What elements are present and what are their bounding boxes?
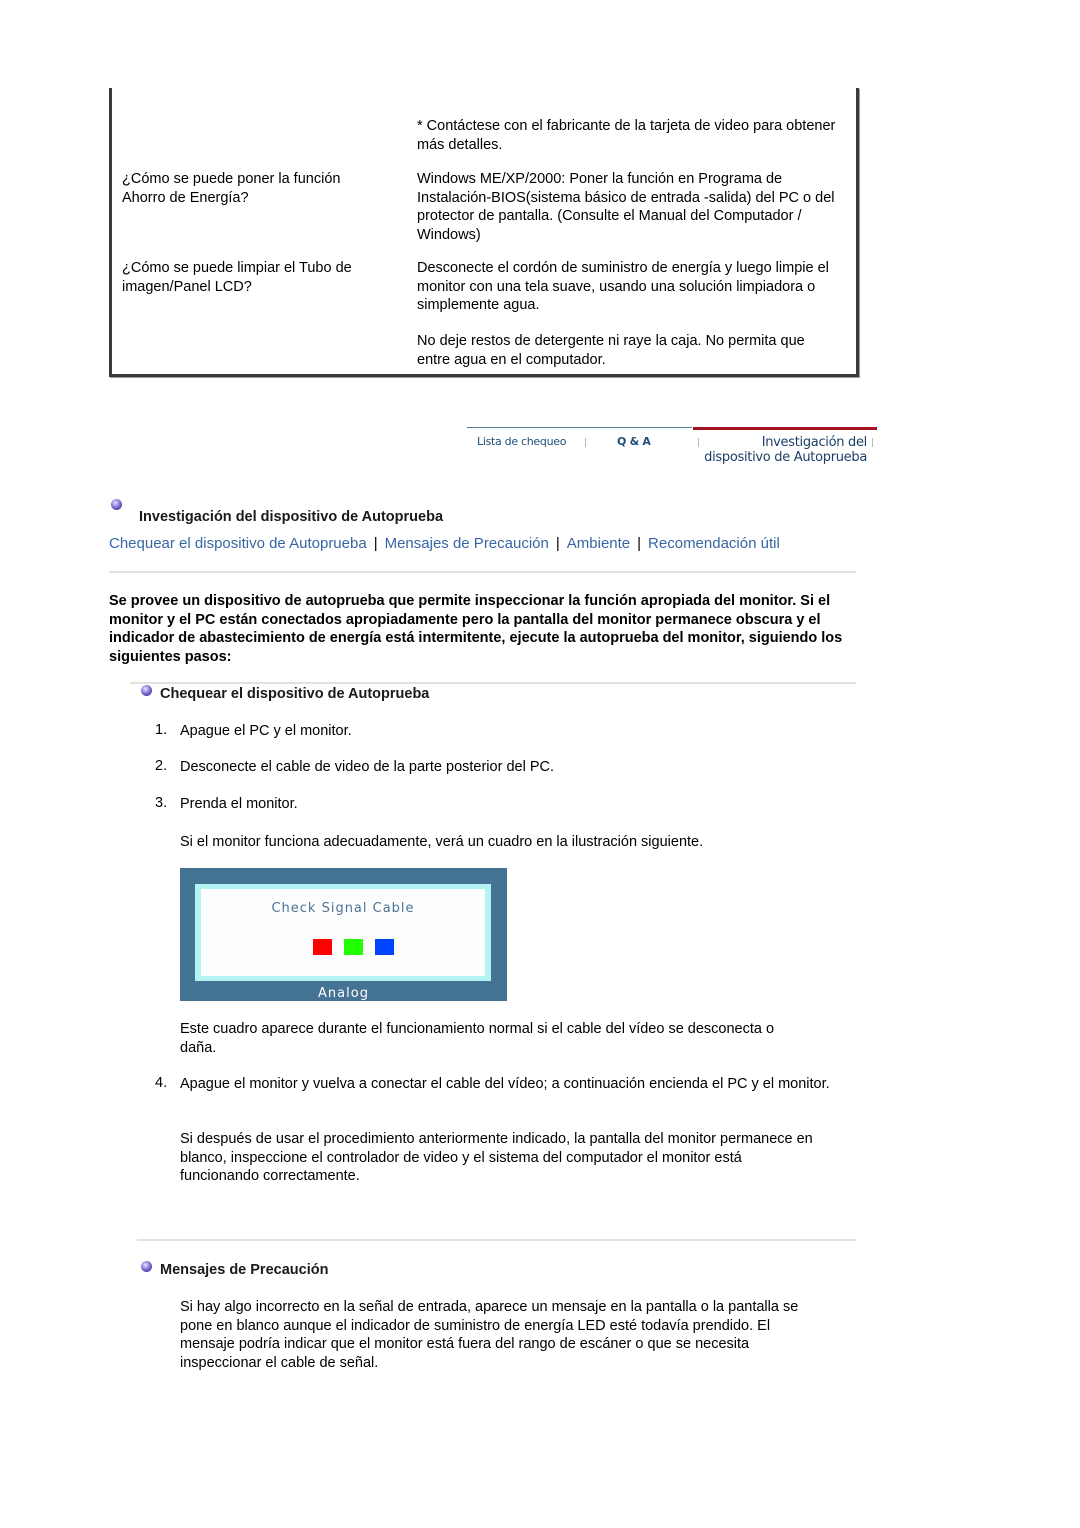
tab-lista-de-chequeo[interactable]: Lista de chequeo (477, 435, 566, 448)
subsection-bullet-icon (141, 684, 152, 700)
tab-active-line1: Investigación del (761, 435, 868, 450)
divider (109, 571, 856, 573)
step-number: 4. (155, 1075, 168, 1091)
step-text: Prenda el monitor. (180, 796, 298, 812)
tab-qa[interactable]: Q & A (617, 435, 651, 448)
step3-note: Si el monitor funciona adecuadamente, ve… (180, 834, 704, 850)
active-tab-indicator (693, 427, 877, 430)
step-text: Desconecte el cable de video de la parte… (180, 759, 554, 775)
faq-question: ¿Cómo se puede poner la función Ahorro d… (122, 171, 341, 206)
nav-separator: | (373, 535, 378, 552)
section-nav: Chequear el dispositivo de Autoprueba | Me… (109, 535, 780, 552)
step-text: Apague el PC y el monitor. (180, 723, 352, 739)
faq-answer: Windows ME/XP/2000: Poner la función en … (417, 171, 835, 243)
step4-note: Si después de usar el procedimiento ante… (180, 1131, 813, 1184)
divider (130, 682, 856, 684)
blue-swatch (375, 939, 394, 955)
faq-answer: No deje restos de detergente ni raye la … (417, 333, 805, 368)
section-tab-bar: Lista de chequeo Q & A Investigación del… (467, 427, 877, 469)
step-number: 3. (155, 795, 168, 811)
faq-table: * Contáctese con el fabricante de la tar… (109, 88, 859, 377)
input-label: Analog (318, 986, 369, 1001)
nav-link-ambiente[interactable]: Ambiente (567, 535, 630, 552)
nav-separator: | (555, 535, 560, 552)
tab-bar-line (467, 427, 692, 428)
tab-separator (698, 438, 699, 447)
green-swatch (344, 939, 363, 955)
illustration-caption: Este cuadro aparece durante el funcionam… (180, 1021, 775, 1056)
step-number: 2. (155, 758, 168, 774)
nav-separator: | (637, 535, 642, 552)
monitor-screen: Check Signal Cable (201, 889, 485, 976)
check-signal-illustration: Check Signal Cable Analog (180, 868, 507, 1001)
intro-paragraph: Se provee un dispositivo de autoprueba q… (109, 593, 843, 665)
faq-question: ¿Cómo se puede limpiar el Tubo de imagen… (122, 260, 352, 295)
nav-link-chequear[interactable]: Chequear el dispositivo de Autoprueba (109, 535, 367, 552)
warnings-text: Si hay algo incorrecto en la señal de en… (180, 1299, 799, 1371)
step-number: 1. (155, 722, 168, 738)
divider (137, 1239, 856, 1241)
section-bullet-icon (111, 498, 122, 514)
nav-link-recomendacion[interactable]: Recomendación útil (648, 535, 780, 552)
subsection-bullet-icon (141, 1260, 152, 1276)
red-swatch (313, 939, 332, 955)
subsection-title-selftest: Chequear el dispositivo de Autoprueba (160, 686, 430, 702)
faq-answer: Desconecte el cordón de suministro de en… (417, 260, 829, 313)
tab-separator (872, 438, 873, 447)
monitor-screen-frame: Check Signal Cable (195, 884, 491, 981)
subsection-title-warnings: Mensajes de Precaución (160, 1262, 329, 1278)
tab-separator (585, 438, 586, 447)
tab-investigacion-autoprueba[interactable]: Investigación del dispositivo de Autopru… (704, 435, 867, 465)
section-title: Investigación del dispositivo de Autopru… (139, 509, 444, 525)
faq-answer: * Contáctese con el fabricante de la tar… (417, 118, 836, 153)
signal-message: Check Signal Cable (271, 901, 415, 916)
nav-link-mensajes[interactable]: Mensajes de Precaución (385, 535, 549, 552)
tab-active-line2: dispositivo de Autoprueba (704, 450, 867, 465)
step-text: Apague el monitor y vuelva a conectar el… (180, 1076, 830, 1092)
